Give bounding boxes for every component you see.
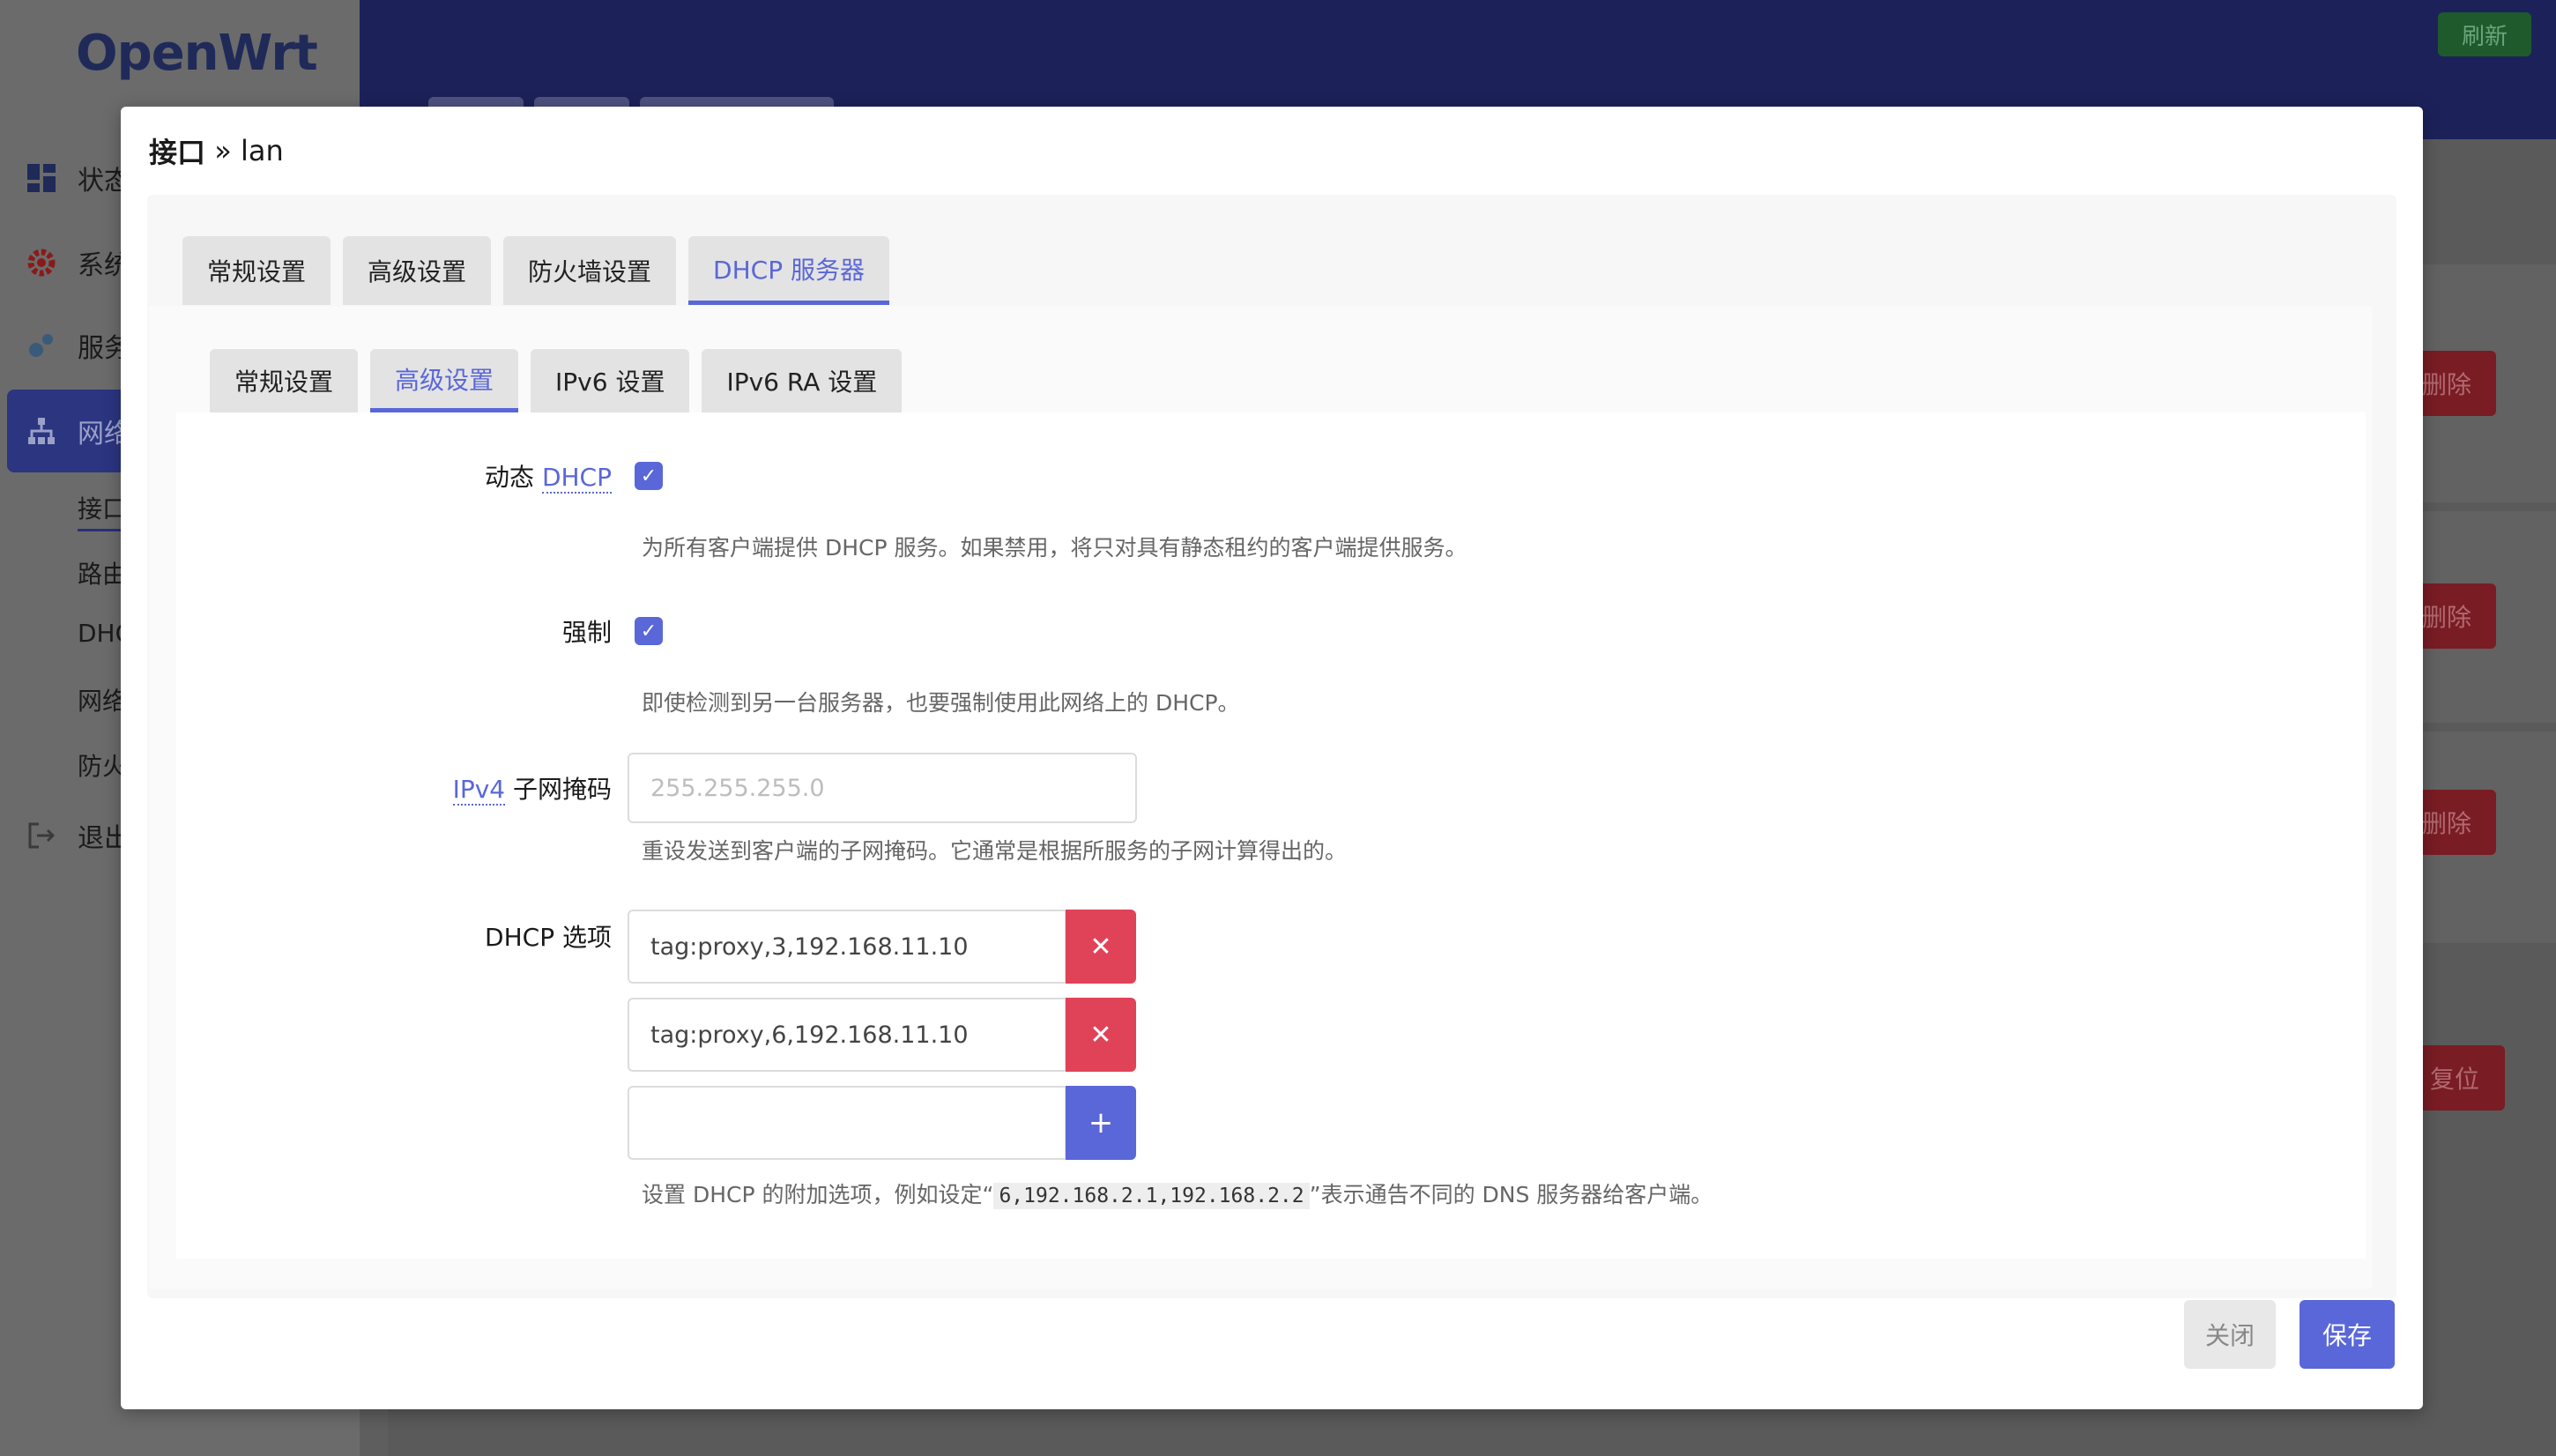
desc-text: 设置 DHCP 的附加选项，例如设定“ xyxy=(642,1182,994,1207)
netmask-label: IPv4 子网掩码 xyxy=(189,770,612,806)
sidebar-subitem-firewall[interactable]: 防火 xyxy=(78,747,127,783)
add-option-button[interactable]: + xyxy=(1066,1086,1136,1160)
dynamic-dhcp-description: 为所有客户端提供 DHCP 服务。如果禁用，将只对具有静态租约的客户端提供服务。 xyxy=(642,535,1467,561)
dhcp-options-label: DHCP 选项 xyxy=(485,923,612,952)
modal-title-separator: » xyxy=(205,134,241,167)
force-label: 强制 xyxy=(561,618,612,647)
tab-general[interactable]: 常规设置 xyxy=(182,236,331,305)
save-button[interactable]: 保存 xyxy=(2300,1300,2395,1369)
dashboard-icon xyxy=(26,163,56,193)
main-tabs: 常规设置 高级设置 防火墙设置 DHCP 服务器 xyxy=(182,236,902,305)
dhcp-option-input[interactable]: tag:proxy,3,192.168.11.10 xyxy=(628,910,1066,984)
dhcp-option-input[interactable]: tag:proxy,6,192.168.11.10 xyxy=(628,998,1066,1072)
close-icon: ✕ xyxy=(1089,931,1112,962)
new-dhcp-option-input[interactable] xyxy=(628,1086,1066,1160)
modal-title-prefix: 接口 xyxy=(149,136,206,169)
force-checkbox[interactable]: ✓ xyxy=(635,617,663,645)
netmask-input[interactable]: 255.255.255.0 xyxy=(628,753,1137,823)
label-text: 子网掩码 xyxy=(505,775,612,804)
ipv4-abbr: IPv4 xyxy=(452,775,506,806)
desc-text: ”表示通告不同的 DNS 服务器给客户端。 xyxy=(1309,1182,1713,1207)
sidebar-subitem-routes[interactable]: 路由 xyxy=(78,555,127,591)
subtab-advanced[interactable]: 高级设置 xyxy=(370,349,519,412)
dynamic-dhcp-checkbox[interactable]: ✓ xyxy=(635,462,663,490)
dhcp-options-description: 设置 DHCP 的附加选项，例如设定“ 6,192.168.2.1,192.168… xyxy=(642,1177,1713,1209)
openwrt-logo: OpenWrt xyxy=(76,25,318,82)
remove-option-button[interactable]: ✕ xyxy=(1066,998,1136,1072)
logout-icon xyxy=(26,821,56,851)
sidebar-item-status[interactable]: 状态 xyxy=(26,152,130,204)
sidebar-item-logout[interactable]: 退出 xyxy=(26,809,130,862)
label-text: 动态 xyxy=(485,463,542,492)
close-button[interactable]: 关闭 xyxy=(2184,1300,2276,1369)
network-icon xyxy=(26,416,56,446)
example-code: 6,192.168.2.1,192.168.2.2 xyxy=(993,1183,1310,1209)
tab-dhcp-server[interactable]: DHCP 服务器 xyxy=(688,236,889,305)
sidebar-subitem-interfaces[interactable]: 接口 xyxy=(78,490,128,531)
sidebar-subitem-diagnostics[interactable]: 网络 xyxy=(78,682,127,717)
tab-advanced[interactable]: 高级设置 xyxy=(343,236,492,305)
subtab-general[interactable]: 常规设置 xyxy=(210,349,359,412)
plus-icon: + xyxy=(1088,1105,1114,1140)
subtab-ipv6-ra[interactable]: IPv6 RA 设置 xyxy=(702,349,903,412)
modal-title-name: lan xyxy=(240,134,284,167)
sidebar-item-services[interactable]: 服务 xyxy=(26,319,130,372)
services-icon xyxy=(26,331,56,360)
force-description: 即使检测到另一台服务器，也要强制使用此网络上的 DHCP。 xyxy=(642,690,1240,716)
netmask-description: 重设发送到客户端的子网掩码。它通常是根据所服务的子网计算得出的。 xyxy=(642,838,1348,864)
refresh-button[interactable]: 刷新 xyxy=(2438,12,2531,56)
sidebar-item-system[interactable]: 系统 xyxy=(26,236,130,289)
close-icon: ✕ xyxy=(1089,1019,1112,1051)
dynamic-dhcp-label: 动态 DHCP xyxy=(189,458,612,494)
modal-title: 接口 » lan xyxy=(121,107,2423,195)
tab-firewall[interactable]: 防火墙设置 xyxy=(503,236,677,305)
subtab-ipv6[interactable]: IPv6 设置 xyxy=(531,349,690,412)
dhcp-abbr: DHCP xyxy=(541,463,612,494)
remove-option-button[interactable]: ✕ xyxy=(1066,910,1136,984)
sub-tabs: 常规设置 高级设置 IPv6 设置 IPv6 RA 设置 xyxy=(210,349,914,412)
gear-icon xyxy=(26,248,56,278)
